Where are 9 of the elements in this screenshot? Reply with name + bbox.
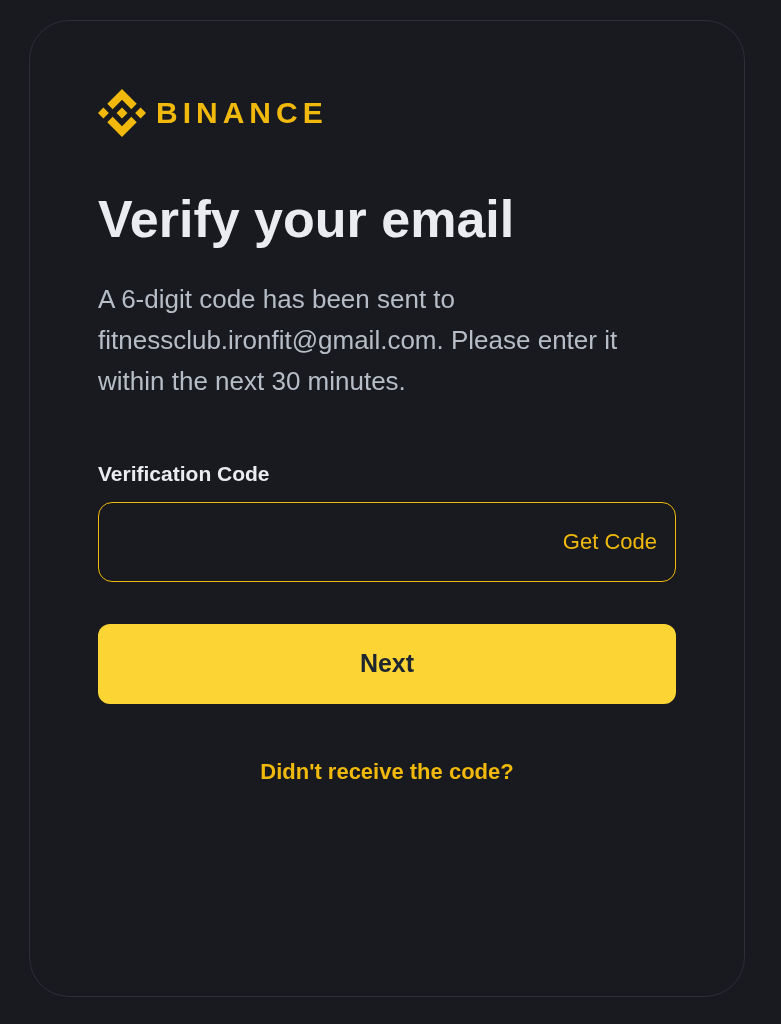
brand-wordmark: BINANCE	[156, 98, 328, 128]
resend-code-link[interactable]: Didn't receive the code?	[260, 758, 514, 786]
verification-code-field[interactable]: Get Code	[98, 502, 676, 582]
get-code-button[interactable]: Get Code	[562, 531, 657, 553]
next-button[interactable]: Next	[98, 624, 676, 704]
description-text: A 6-digit code has been sent to fitnessclub.ironfit@gmail.com. Please enter it within the next 30 minutes.	[98, 283, 619, 398]
field-label: Verification Code	[98, 461, 271, 487]
page-title: Verify your email	[98, 189, 516, 249]
diamond-logo-icon	[98, 89, 146, 137]
